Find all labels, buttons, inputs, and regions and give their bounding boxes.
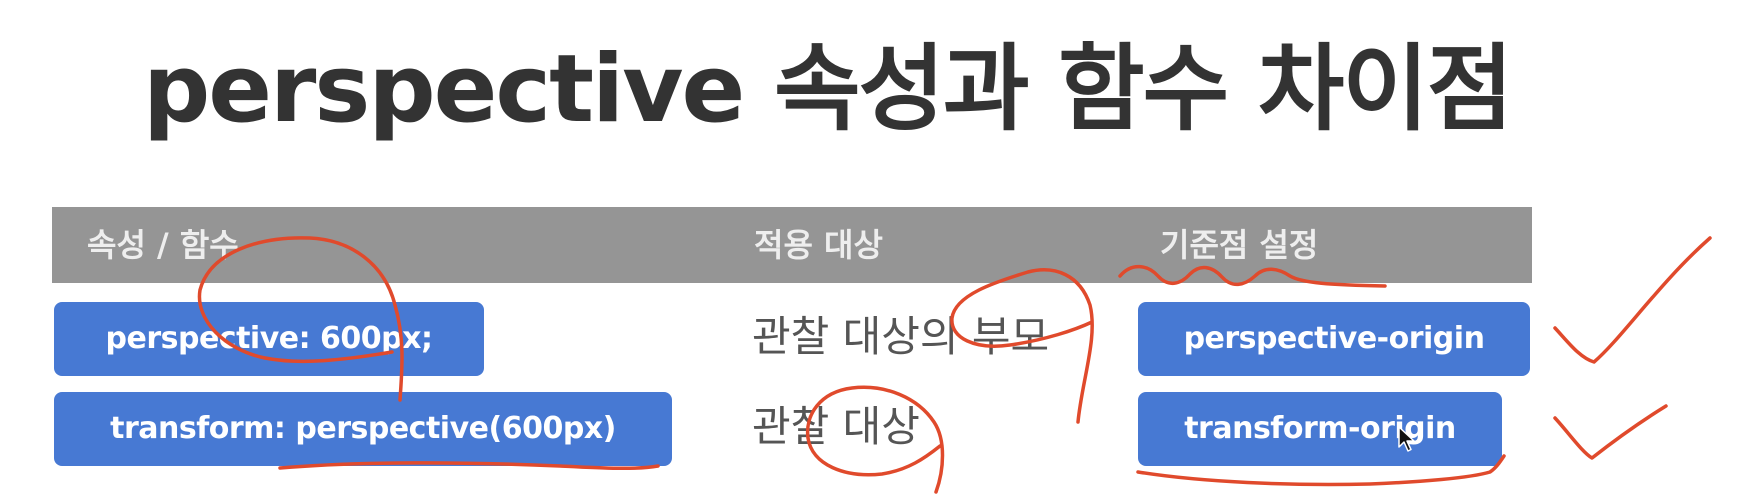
- header-origin: 기준점 설정: [1160, 226, 1319, 264]
- origin-pill: transform-origin: [1138, 392, 1502, 466]
- header-property-function: 속성 / 함수: [87, 226, 239, 264]
- property-label: perspective: 600px;: [105, 321, 434, 356]
- table-header-row: 속성 / 함수 적용 대상 기준점 설정: [52, 207, 1532, 283]
- mouse-pointer-icon: [1398, 426, 1415, 452]
- origin-pill: perspective-origin: [1138, 302, 1530, 376]
- property-pill: transform: perspective(600px): [54, 392, 672, 466]
- property-pill: perspective: 600px;: [54, 302, 484, 376]
- target-text: 관찰 대상: [752, 402, 920, 451]
- checkmark-icon: [1553, 236, 1712, 364]
- property-label: transform: perspective(600px): [110, 411, 616, 446]
- header-target: 적용 대상: [754, 226, 883, 264]
- checkmark-icon: [1553, 404, 1668, 460]
- slide-title: perspective 속성과 함수 차이점: [143, 35, 1513, 144]
- target-text: 관찰 대상의 부모: [752, 312, 1050, 361]
- origin-label: perspective-origin: [1183, 321, 1485, 356]
